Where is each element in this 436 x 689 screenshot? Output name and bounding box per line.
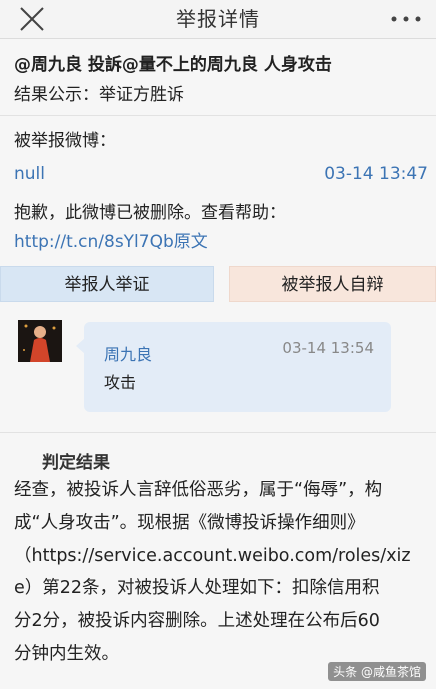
result-announcement: 结果公示：举证方胜诉 (14, 85, 184, 105)
page-title: 举报详情 (176, 7, 260, 31)
tab-reported-defense[interactable]: 被举报人自辩 (229, 266, 436, 302)
avatar-image (18, 320, 62, 362)
report-title: @周九良 投訴@量不上的周九良 人身攻击 (14, 55, 332, 75)
tab-reporter-evidence[interactable]: 举报人举证 (0, 266, 214, 302)
evidence-bubble: 周九良 03-14 13:54 攻击 (84, 322, 391, 412)
verdict-line: 成“人身攻击”。现根据《微博投诉操作细则》 (14, 512, 365, 533)
watermark: 头条 @咸鱼茶馆 (328, 662, 426, 681)
verdict-line: 经查，被投诉人言辞低俗恶劣，属于“侮辱”，构 (14, 480, 383, 500)
verdict-line: e）第22条，对被投诉人处理如下：扣除信用积 (14, 578, 380, 599)
deleted-message: 抱歉，此微博已被删除。查看帮助： (14, 203, 286, 223)
evidence-text: 攻击 (104, 373, 137, 392)
top-bar: 举报详情 (0, 0, 436, 39)
more-icon[interactable] (390, 15, 422, 23)
divider (0, 432, 436, 433)
reported-weibo-user[interactable]: null (14, 164, 45, 184)
divider (0, 115, 436, 116)
help-link[interactable]: http://t.cn/8sYl7Qb原文 (14, 227, 208, 252)
verdict-line: 分2分，被投诉内容删除。上述处理在公布后60 (14, 611, 380, 632)
evidence-user[interactable]: 周九良 (104, 341, 152, 365)
avatar[interactable] (18, 320, 62, 362)
verdict-body: 经查，被投诉人言辞低俗恶劣，属于“侮辱”，构 成“人身攻击”。现根据《微博投诉操… (14, 474, 424, 671)
verdict-heading: 判定结果 (42, 453, 110, 473)
verdict-line: （https://service.account.weibo.com/roles… (14, 545, 411, 566)
reported-weibo-label: 被举报微博： (14, 131, 116, 151)
reported-weibo-time: 03-14 13:47 (324, 164, 428, 184)
evidence-time: 03-14 13:54 (282, 339, 374, 357)
